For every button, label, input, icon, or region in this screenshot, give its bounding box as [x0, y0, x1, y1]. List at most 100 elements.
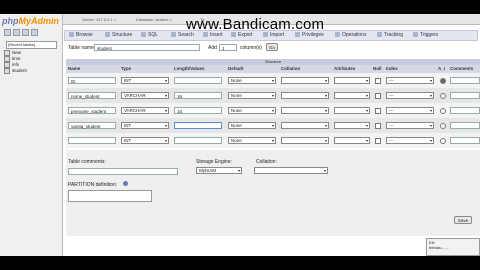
- triggers-icon: [413, 32, 418, 38]
- column-index-select[interactable]: ---: [386, 77, 434, 84]
- column-default-select[interactable]: None: [228, 77, 276, 84]
- column-comments-input[interactable]: [450, 107, 480, 114]
- menu-operations[interactable]: Operations: [335, 32, 366, 39]
- header-name: Name: [68, 66, 81, 71]
- column-name-input[interactable]: ID: [68, 77, 116, 84]
- menu-triggers[interactable]: Triggers: [413, 32, 438, 39]
- column-collation-select[interactable]: [281, 77, 329, 84]
- column-length-input[interactable]: [174, 77, 222, 84]
- columns-label: column(s): [240, 45, 262, 51]
- column-attributes-select[interactable]: [334, 107, 370, 114]
- column-type-select[interactable]: INT: [121, 137, 169, 144]
- column-headers: Name Type Length/Values Default Collatio…: [66, 65, 480, 73]
- column-name-input[interactable]: prenume_student: [68, 107, 116, 114]
- menu-privileges[interactable]: Privileges: [295, 32, 324, 39]
- menu-tracking[interactable]: Tracking: [377, 32, 403, 39]
- column-comments-input[interactable]: [450, 122, 480, 129]
- column-collation-select[interactable]: [281, 122, 329, 129]
- structure-icon: [105, 32, 110, 38]
- column-type-select[interactable]: VARCHAR: [121, 107, 169, 114]
- tracking-icon: [377, 32, 382, 38]
- menu-sql[interactable]: SQL: [141, 32, 158, 39]
- column-default-select[interactable]: None: [228, 122, 276, 129]
- menu-import[interactable]: Import: [263, 32, 284, 39]
- table-options: Table comments: Storage Engine: MyISAM C…: [66, 150, 480, 236]
- storage-engine-label: Storage Engine:: [196, 159, 232, 165]
- column-index-select[interactable]: ---: [386, 137, 434, 144]
- table-row: varsta_student INT None ---: [66, 118, 480, 133]
- go-button[interactable]: Go: [266, 43, 278, 51]
- column-attributes-select[interactable]: [334, 92, 370, 99]
- null-checkbox[interactable]: [375, 123, 381, 129]
- table-comments-input[interactable]: [68, 168, 178, 175]
- sql-icon: [141, 32, 146, 38]
- null-checkbox[interactable]: [375, 108, 381, 114]
- table-name-label: Table name:: [68, 45, 96, 51]
- ai-checkbox[interactable]: [440, 123, 446, 129]
- screen: Server: 127.0.0.1 » Database: student » …: [0, 0, 480, 270]
- column-default-select[interactable]: None: [228, 137, 276, 144]
- column-type-select[interactable]: VARCHAR: [121, 92, 169, 99]
- recent-tables-select[interactable]: (Recent tables) ...: [6, 41, 57, 49]
- table-collation-select[interactable]: [254, 167, 328, 174]
- column-name-input[interactable]: nome_student: [68, 92, 116, 99]
- column-comments-input[interactable]: [450, 137, 480, 144]
- null-checkbox[interactable]: [375, 138, 381, 144]
- column-name-input[interactable]: varsta_student: [68, 122, 116, 129]
- column-attributes-select[interactable]: [334, 122, 370, 129]
- exit-icon[interactable]: [13, 29, 20, 36]
- save-button[interactable]: Save: [454, 216, 472, 224]
- menu-browse[interactable]: Browse: [69, 32, 93, 39]
- header-null: Null: [373, 66, 382, 71]
- column-collation-select[interactable]: [281, 92, 329, 99]
- table-row: prenume_student VARCHAR 16 None ---: [66, 103, 480, 118]
- column-length-input[interactable]: 16: [174, 92, 222, 99]
- column-index-select[interactable]: ---: [386, 107, 434, 114]
- header-index: Index: [386, 66, 398, 71]
- storage-engine-select[interactable]: MyISAM: [196, 167, 242, 174]
- column-type-select[interactable]: INT: [121, 122, 169, 129]
- column-index-select[interactable]: ---: [386, 92, 434, 99]
- column-type-select[interactable]: INT: [121, 77, 169, 84]
- ai-checkbox[interactable]: [440, 108, 446, 114]
- operations-icon: [335, 32, 340, 38]
- ai-checkbox[interactable]: [440, 138, 446, 144]
- ai-checkbox[interactable]: [440, 78, 446, 84]
- column-comments-input[interactable]: [450, 92, 480, 99]
- header-comments: Comments: [450, 66, 474, 71]
- menu-structure[interactable]: Structure: [105, 32, 132, 39]
- column-comments-input[interactable]: [450, 77, 480, 84]
- collation-label: Collation:: [256, 159, 277, 165]
- column-default-select[interactable]: None: [228, 107, 276, 114]
- menu-export[interactable]: Export: [231, 32, 252, 39]
- null-checkbox[interactable]: [375, 78, 381, 84]
- tab-database[interactable]: Database: student »: [136, 17, 172, 22]
- ai-checkbox[interactable]: [440, 93, 446, 99]
- partition-label: PARTITION definition:: [68, 182, 117, 188]
- logo: phpMyAdmin: [2, 16, 59, 26]
- help-icon[interactable]: [123, 181, 128, 186]
- column-length-input[interactable]: 16: [174, 107, 222, 114]
- table-name-input[interactable]: student: [94, 44, 200, 51]
- menu-insert[interactable]: Insert: [203, 32, 223, 39]
- column-default-select[interactable]: None: [228, 92, 276, 99]
- column-attributes-select[interactable]: [334, 137, 370, 144]
- home-icon[interactable]: [4, 29, 11, 36]
- column-attributes-select[interactable]: [334, 77, 370, 84]
- partition-textarea[interactable]: [68, 190, 152, 202]
- tree-item-student[interactable]: student: [4, 68, 27, 74]
- column-collation-select[interactable]: [281, 137, 329, 144]
- null-checkbox[interactable]: [375, 93, 381, 99]
- column-length-input[interactable]: [174, 122, 222, 129]
- add-columns-input[interactable]: 1: [219, 44, 237, 51]
- column-name-input[interactable]: [68, 137, 116, 144]
- settings-icon[interactable]: [31, 29, 38, 36]
- search-icon: [171, 32, 176, 38]
- column-collation-select[interactable]: [281, 107, 329, 114]
- column-length-input[interactable]: [174, 137, 222, 144]
- menu-search[interactable]: Search: [171, 32, 194, 39]
- tab-server[interactable]: Server: 127.0.0.1 »: [82, 17, 116, 22]
- menu-bar: Browse Structure SQL Search Insert Expor…: [64, 30, 478, 41]
- column-index-select[interactable]: ---: [386, 122, 434, 129]
- docs-icon[interactable]: [22, 29, 29, 36]
